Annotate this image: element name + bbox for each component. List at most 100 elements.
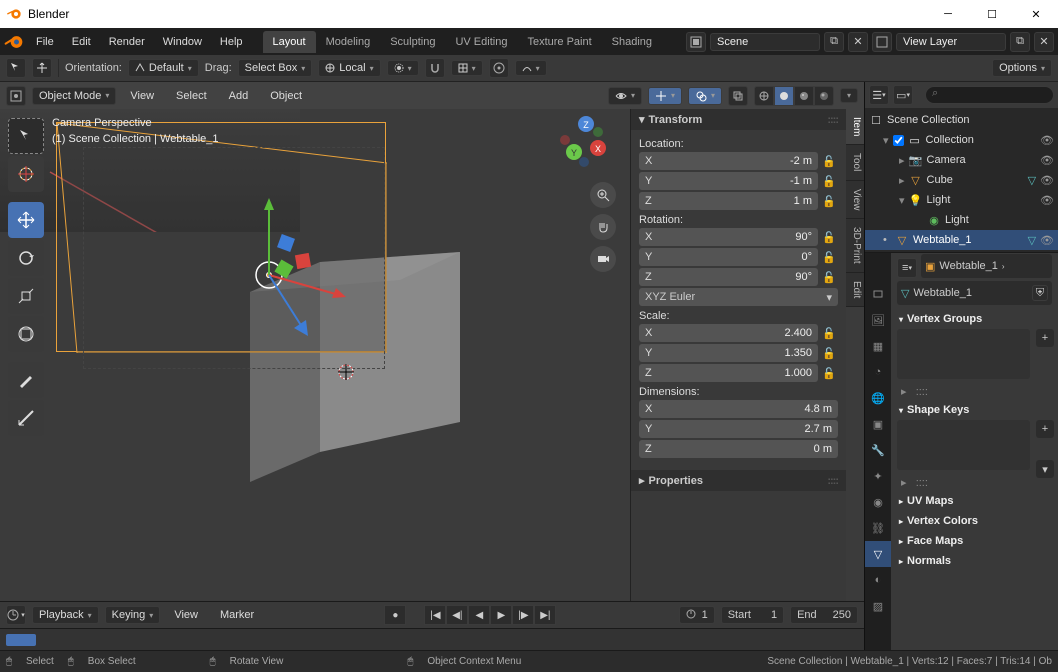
- timeline-editor-icon[interactable]: ▾: [6, 605, 26, 625]
- eye-icon[interactable]: 👁: [1040, 234, 1054, 247]
- shade-solid-icon[interactable]: [774, 86, 794, 106]
- dim-z-field[interactable]: Z0 m: [639, 440, 838, 458]
- outliner-collection-row[interactable]: ▾▭Collection👁: [865, 130, 1058, 150]
- scale-tool[interactable]: [8, 278, 44, 314]
- tab-shading[interactable]: Shading: [602, 31, 662, 53]
- props-dataname[interactable]: Webtable_1: [913, 287, 1028, 299]
- menu-edit[interactable]: Edit: [64, 32, 99, 52]
- proportional-toggle[interactable]: [489, 58, 509, 78]
- ptab-scene[interactable]: ◔: [865, 359, 891, 385]
- outliner-light-row[interactable]: ▾💡Light👁: [865, 190, 1058, 210]
- shape-keys-list[interactable]: [897, 420, 1030, 470]
- maximize-button[interactable]: ☐: [970, 0, 1014, 28]
- menu-help[interactable]: Help: [212, 32, 251, 52]
- vertex-groups-header[interactable]: ▾Vertex Groups: [897, 309, 1052, 329]
- lock-icon[interactable]: 🔓: [820, 268, 838, 286]
- lock-icon[interactable]: 🔓: [820, 228, 838, 246]
- menu-file[interactable]: File: [28, 32, 62, 52]
- viewlayer-delete-icon[interactable]: ✕: [1034, 32, 1054, 52]
- ptab-viewlayer[interactable]: ▦: [865, 333, 891, 359]
- vp-menu-object[interactable]: Object: [262, 86, 310, 106]
- ptab-world[interactable]: 🌐: [865, 385, 891, 411]
- outliner-editor-icon[interactable]: ☰▾: [869, 85, 889, 105]
- scale-z-field[interactable]: Z1.000: [639, 364, 818, 382]
- vertex-colors-header[interactable]: ▸Vertex Colors: [897, 511, 1052, 531]
- snap-dropdown[interactable]: ▾: [451, 60, 483, 76]
- 3d-viewport[interactable]: Object Mode▾ View Select Add Object ▾ ▾ …: [0, 82, 864, 601]
- gizmo-dropdown[interactable]: ▾: [648, 87, 682, 105]
- keyframe-next-button[interactable]: |▶: [512, 605, 534, 625]
- keying-dropdown[interactable]: Keying▾: [105, 606, 161, 624]
- visibility-dropdown[interactable]: ▾: [608, 87, 642, 105]
- measure-tool[interactable]: [8, 400, 44, 436]
- keyframe-prev-button[interactable]: ◀|: [446, 605, 468, 625]
- tab-sculpting[interactable]: Sculpting: [380, 31, 445, 53]
- scene-copy-icon[interactable]: ⧉: [824, 32, 844, 52]
- ptab-modifier[interactable]: 🔧: [865, 437, 891, 463]
- viewlayer-input[interactable]: View Layer: [896, 33, 1006, 51]
- uv-maps-header[interactable]: ▸UV Maps: [897, 491, 1052, 511]
- play-button[interactable]: ▶: [490, 605, 512, 625]
- xray-toggle[interactable]: [728, 86, 748, 106]
- vertex-groups-list[interactable]: [897, 329, 1030, 379]
- snap-toggle[interactable]: [425, 58, 445, 78]
- shading-options-dropdown[interactable]: ▾: [840, 88, 858, 103]
- ptab-texture[interactable]: ▨: [865, 593, 891, 619]
- shade-render-icon[interactable]: [814, 86, 834, 106]
- rotmode-dropdown[interactable]: XYZ Euler▾: [639, 288, 838, 306]
- normals-header[interactable]: ▸Normals: [897, 551, 1052, 571]
- scene-input[interactable]: Scene: [710, 33, 820, 51]
- vp-menu-add[interactable]: Add: [221, 86, 257, 106]
- lock-icon[interactable]: 🔓: [820, 172, 838, 190]
- lock-icon[interactable]: 🔓: [820, 344, 838, 362]
- vp-menu-view[interactable]: View: [122, 86, 162, 106]
- shade-wire-icon[interactable]: [754, 86, 774, 106]
- add-button[interactable]: +: [1036, 329, 1054, 347]
- ptab-particles[interactable]: ✦: [865, 463, 891, 489]
- ptab-output[interactable]: 🖼: [865, 307, 891, 333]
- orientation-dropdown[interactable]: Default▾: [128, 59, 199, 77]
- lock-icon[interactable]: 🔓: [820, 364, 838, 382]
- annotate-tool[interactable]: [8, 362, 44, 398]
- jump-start-button[interactable]: |◀: [424, 605, 446, 625]
- ptab-objectdata[interactable]: ▽: [865, 541, 891, 567]
- outliner-webtable-row[interactable]: •▽Webtable_1▽👁: [865, 230, 1058, 250]
- ptab-constraints[interactable]: ⛓: [865, 515, 891, 541]
- play-reverse-button[interactable]: ◀: [468, 605, 490, 625]
- vtab-edit[interactable]: Edit: [846, 273, 864, 307]
- loc-z-field[interactable]: Z1 m: [639, 192, 818, 210]
- loc-y-field[interactable]: Y-1 m: [639, 172, 818, 190]
- props-breadcrumb[interactable]: Webtable_1: [939, 260, 998, 272]
- proportional-dropdown[interactable]: ▾: [515, 60, 547, 76]
- menu-render[interactable]: Render: [101, 32, 153, 52]
- viewlayer-copy-icon[interactable]: ⧉: [1010, 32, 1030, 52]
- scene-new-icon[interactable]: ✕: [848, 32, 868, 52]
- timeline-marker[interactable]: Marker: [212, 605, 262, 625]
- lock-icon[interactable]: 🔓: [820, 248, 838, 266]
- lock-icon[interactable]: 🔓: [820, 192, 838, 210]
- scale-y-field[interactable]: Y1.350: [639, 344, 818, 362]
- options-dropdown[interactable]: Options▾: [992, 59, 1052, 77]
- outliner-cube-row[interactable]: ▸▽Cube▽👁: [865, 170, 1058, 190]
- select-box-tool[interactable]: [8, 118, 44, 154]
- transform-tool[interactable]: [8, 316, 44, 352]
- add-button[interactable]: +: [1036, 420, 1054, 438]
- face-maps-header[interactable]: ▸Face Maps: [897, 531, 1052, 551]
- specials-button[interactable]: ▾: [1036, 460, 1054, 478]
- start-frame-field[interactable]: Start1: [721, 606, 784, 624]
- loc-x-field[interactable]: X-2 m: [639, 152, 818, 170]
- playback-dropdown[interactable]: Playback▾: [32, 606, 99, 624]
- properties-header[interactable]: ▸Properties::::: [631, 470, 846, 491]
- close-button[interactable]: ✕: [1014, 0, 1058, 28]
- collection-checkbox[interactable]: [893, 135, 904, 146]
- camera-gizmo-icon[interactable]: [590, 246, 616, 272]
- ptab-physics[interactable]: ◉: [865, 489, 891, 515]
- drag-dropdown[interactable]: Select Box▾: [238, 59, 313, 77]
- eye-icon[interactable]: 👁: [1040, 154, 1054, 167]
- move-tool[interactable]: [8, 202, 44, 238]
- dim-x-field[interactable]: X4.8 m: [639, 400, 838, 418]
- outliner-lightdata-row[interactable]: ◉Light: [865, 210, 1058, 230]
- vtab-view[interactable]: View: [846, 181, 864, 220]
- transform-gizmo[interactable]: [184, 190, 354, 360]
- tab-modeling[interactable]: Modeling: [316, 31, 381, 53]
